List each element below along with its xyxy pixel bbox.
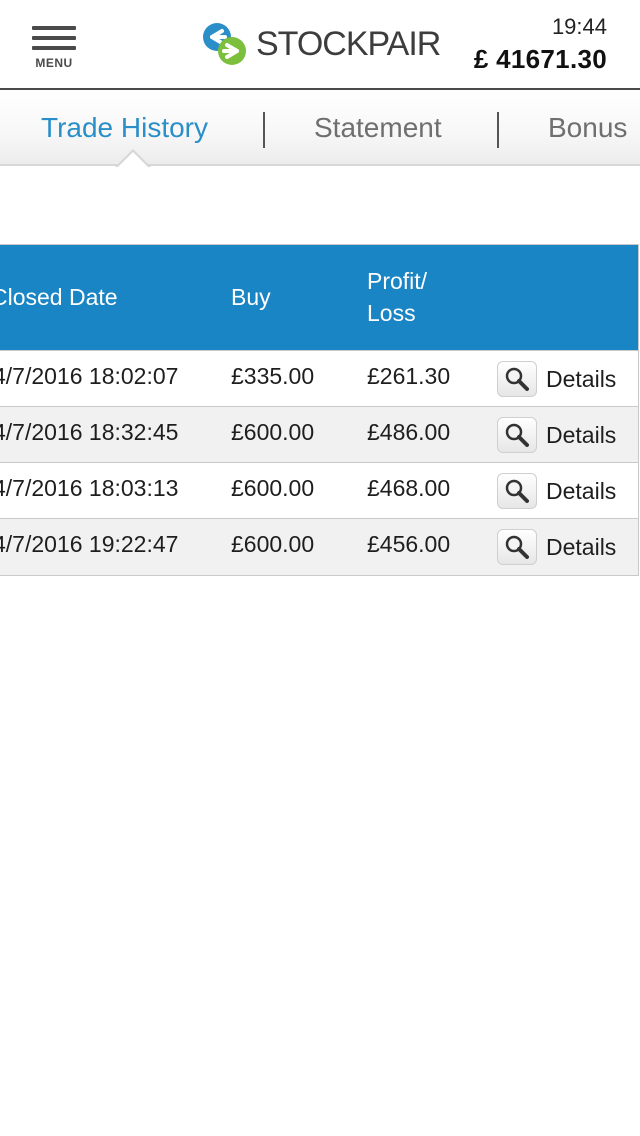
tab-divider bbox=[263, 112, 265, 148]
buy-cell: £335.00 bbox=[231, 363, 315, 389]
table-row: 4/7/2016 19:22:47 £600.00 £456.00 Detail… bbox=[0, 519, 638, 575]
details-label: Details bbox=[546, 421, 617, 448]
magnifier-icon bbox=[497, 529, 537, 565]
hamburger-bar bbox=[32, 46, 76, 50]
table-row: 4/7/2016 18:02:07 £335.00 £261.30 Detail… bbox=[0, 351, 638, 407]
trade-history-table: Closed Date Buy Profit/ Loss 4/7/2016 18… bbox=[0, 244, 639, 576]
menu-button[interactable]: MENU bbox=[30, 24, 78, 72]
active-tab-pointer bbox=[117, 152, 149, 168]
tab-bar: Trade History Statement Bonus bbox=[0, 90, 640, 166]
logo-text-pair: PAIR bbox=[367, 24, 442, 63]
buy-cell: £600.00 bbox=[231, 531, 315, 557]
profit-loss-cell: £261.30 bbox=[367, 363, 451, 389]
column-header-profit-loss: Profit/ Loss bbox=[367, 265, 467, 329]
clock: 19:44 bbox=[551, 14, 607, 39]
column-header-profit-loss-line2: Loss bbox=[367, 300, 416, 326]
logo-text: STOCKPAIR bbox=[256, 24, 442, 64]
column-header-closed-date: Closed Date bbox=[0, 284, 118, 310]
table-row: 4/7/2016 18:32:45 £600.00 £486.00 Detail… bbox=[0, 407, 638, 463]
buy-cell: £600.00 bbox=[231, 475, 315, 501]
buy-cell: £600.00 bbox=[231, 419, 315, 445]
logo-text-stock: STOCK bbox=[256, 24, 369, 63]
closed-date-cell: 4/7/2016 19:22:47 bbox=[0, 531, 179, 557]
magnifier-icon bbox=[497, 361, 537, 397]
details-label: Details bbox=[546, 365, 617, 392]
details-button[interactable]: Details bbox=[497, 529, 616, 565]
table-header: Closed Date Buy Profit/ Loss bbox=[0, 245, 638, 351]
account-balance: £ 41671.30 bbox=[473, 44, 607, 74]
stockpair-logo: STOCKPAIR bbox=[200, 20, 442, 68]
logo-arrows-icon bbox=[203, 23, 246, 65]
tab-trade-history[interactable]: Trade History bbox=[41, 112, 208, 144]
hamburger-bar bbox=[32, 36, 76, 40]
tab-statement[interactable]: Statement bbox=[314, 112, 442, 144]
menu-label: MENU bbox=[35, 56, 73, 70]
magnifier-icon bbox=[497, 417, 537, 453]
app-header: MENU STOCKPAIR 19:44 £ 41671.30 bbox=[0, 0, 640, 90]
closed-date-cell: 4/7/2016 18:02:07 bbox=[0, 363, 179, 389]
details-button[interactable]: Details bbox=[497, 473, 616, 509]
table-row: 4/7/2016 18:03:13 £600.00 £468.00 Detail… bbox=[0, 463, 638, 519]
column-header-profit-loss-line1: Profit/ bbox=[367, 268, 428, 294]
details-button[interactable]: Details bbox=[497, 417, 616, 453]
tab-divider bbox=[497, 112, 499, 148]
details-label: Details bbox=[546, 533, 617, 560]
magnifier-icon bbox=[497, 473, 537, 509]
profit-loss-cell: £456.00 bbox=[367, 531, 451, 557]
hamburger-icon bbox=[32, 26, 76, 30]
column-header-buy: Buy bbox=[231, 284, 271, 310]
profit-loss-cell: £486.00 bbox=[367, 419, 451, 445]
closed-date-cell: 4/7/2016 18:03:13 bbox=[0, 475, 179, 501]
profit-loss-cell: £468.00 bbox=[367, 475, 451, 501]
details-label: Details bbox=[546, 477, 617, 504]
details-button[interactable]: Details bbox=[497, 361, 616, 397]
tab-bonus[interactable]: Bonus bbox=[548, 112, 627, 144]
closed-date-cell: 4/7/2016 18:32:45 bbox=[0, 419, 179, 445]
